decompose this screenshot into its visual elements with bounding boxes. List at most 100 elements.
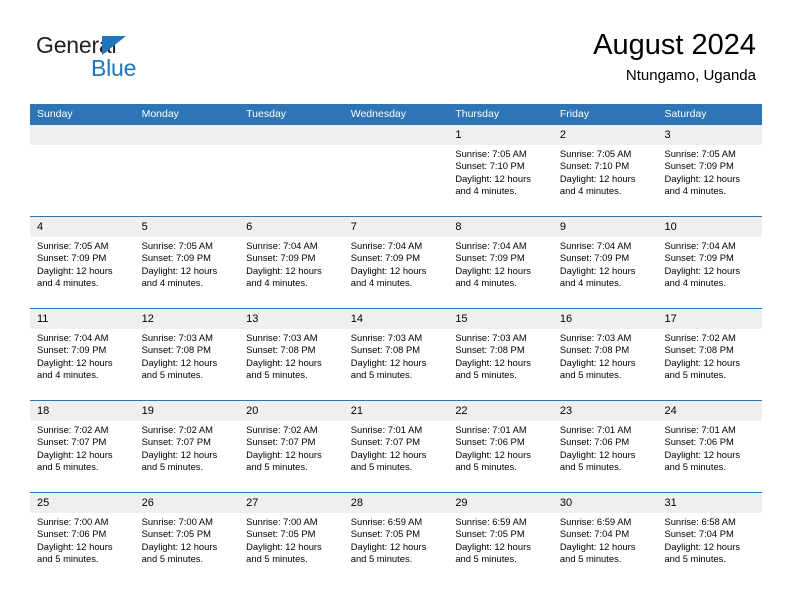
day-number[interactable]: 26 — [135, 493, 240, 513]
calendar-grid: Sunday Monday Tuesday Wednesday Thursday Frid… — [30, 104, 762, 584]
day-info-line: Sunset: 7:09 PM — [559, 252, 630, 264]
day-number[interactable]: 10 — [657, 217, 762, 237]
day-cell[interactable]: Sunrise: 7:04 AM Sunset: 7:09 PM Daylight:… — [344, 237, 449, 308]
day-info-line: and 5 minutes. — [664, 369, 726, 381]
day-cell[interactable]: Sunrise: 7:03 AM Sunset: 7:08 PM Daylight:… — [135, 329, 240, 400]
day-number[interactable]: 14 — [344, 309, 449, 329]
day-number[interactable]: 3 — [657, 125, 762, 145]
day-info-line: Sunset: 7:04 PM — [664, 528, 734, 540]
day-info-line: Sunrise: 7:05 AM — [141, 240, 213, 251]
day-cell[interactable]: Sunrise: 6:58 AM Sunset: 7:04 PM Daylight:… — [657, 513, 762, 584]
day-cell[interactable]: Sunrise: 7:04 AM Sunset: 7:09 PM Daylight:… — [239, 237, 344, 308]
day-cell[interactable]: Sunrise: 7:03 AM Sunset: 7:08 PM Daylight:… — [239, 329, 344, 400]
day-cell[interactable]: Sunrise: 7:02 AM Sunset: 7:07 PM Daylight:… — [30, 421, 135, 492]
day-number[interactable]: 21 — [344, 401, 449, 421]
day-cell[interactable]: Sunrise: 7:02 AM Sunset: 7:07 PM Daylight:… — [239, 421, 344, 492]
page-header: General Blue August 2024 Ntungamo, Ugand… — [0, 0, 792, 104]
brand-logo[interactable]: General Blue — [36, 32, 236, 90]
day-cell-empty — [239, 145, 344, 216]
day-number[interactable]: 4 — [30, 217, 135, 237]
day-number[interactable]: 18 — [30, 401, 135, 421]
day-cell[interactable]: Sunrise: 7:04 AM Sunset: 7:09 PM Daylight:… — [448, 237, 553, 308]
day-info-line: Daylight: 12 hours — [559, 172, 636, 184]
day-info-line: Sunrise: 7:02 AM — [37, 424, 109, 435]
day-number[interactable]: 9 — [553, 217, 658, 237]
day-info-line: Sunrise: 7:00 AM — [246, 516, 318, 527]
day-cell[interactable]: Sunrise: 7:05 AM Sunset: 7:10 PM Daylight:… — [553, 145, 658, 216]
day-number[interactable]: 12 — [135, 309, 240, 329]
day-info-line: Daylight: 12 hours — [664, 540, 741, 552]
day-number[interactable]: 27 — [239, 493, 344, 513]
day-cell[interactable]: Sunrise: 6:59 AM Sunset: 7:05 PM Daylight:… — [448, 513, 553, 584]
day-of-week-header-row: Sunday Monday Tuesday Wednesday Thursday Frid… — [30, 104, 762, 125]
day-cell[interactable]: Sunrise: 7:04 AM Sunset: 7:09 PM Daylight:… — [30, 329, 135, 400]
day-cell[interactable]: Sunrise: 7:03 AM Sunset: 7:08 PM Daylight:… — [553, 329, 658, 400]
day-of-week-header-thursday: Thursday — [455, 108, 500, 120]
day-info-line: Sunset: 7:08 PM — [246, 344, 316, 356]
day-cell[interactable]: Sunrise: 7:05 AM Sunset: 7:10 PM Daylight:… — [448, 145, 553, 216]
day-cell[interactable]: Sunrise: 7:02 AM Sunset: 7:08 PM Daylight:… — [657, 329, 762, 400]
day-cell[interactable]: Sunrise: 7:03 AM Sunset: 7:08 PM Daylight:… — [344, 329, 449, 400]
day-cell[interactable]: Sunrise: 7:00 AM Sunset: 7:05 PM Daylight:… — [135, 513, 240, 584]
day-number[interactable]: 28 — [344, 493, 449, 513]
day-number[interactable]: 11 — [30, 309, 135, 329]
day-cell[interactable]: Sunrise: 7:04 AM Sunset: 7:09 PM Daylight:… — [657, 237, 762, 308]
day-cell[interactable]: Sunrise: 7:01 AM Sunset: 7:07 PM Daylight:… — [344, 421, 449, 492]
day-info-line: Sunrise: 6:59 AM — [455, 516, 527, 527]
day-number[interactable]: 16 — [553, 309, 658, 329]
day-info-line: Daylight: 12 hours — [559, 264, 636, 276]
day-number[interactable]: 7 — [344, 217, 449, 237]
day-info-line: Sunset: 7:06 PM — [664, 436, 734, 448]
day-number[interactable]: 17 — [657, 309, 762, 329]
day-cell[interactable]: Sunrise: 7:00 AM Sunset: 7:06 PM Daylight:… — [30, 513, 135, 584]
day-cell[interactable]: Sunrise: 6:59 AM Sunset: 7:04 PM Daylight:… — [553, 513, 658, 584]
week-detail-band: Sunrise: 7:04 AM Sunset: 7:09 PM Daylight:… — [30, 329, 762, 400]
day-of-week-header-tuesday: Tuesday — [246, 108, 287, 120]
day-info-line: Sunrise: 7:04 AM — [246, 240, 318, 251]
day-cell[interactable]: Sunrise: 7:02 AM Sunset: 7:07 PM Daylight:… — [135, 421, 240, 492]
day-number[interactable]: 23 — [553, 401, 658, 421]
day-cell[interactable]: Sunrise: 7:05 AM Sunset: 7:09 PM Daylight:… — [30, 237, 135, 308]
day-number[interactable]: 8 — [448, 217, 553, 237]
day-number[interactable]: 31 — [657, 493, 762, 513]
day-cell[interactable]: Sunrise: 7:05 AM Sunset: 7:09 PM Daylight:… — [657, 145, 762, 216]
week-date-band: 18 19 20 21 22 23 24 — [30, 401, 762, 421]
day-number[interactable]: 20 — [239, 401, 344, 421]
day-info-line: Sunset: 7:08 PM — [559, 344, 630, 356]
day-number[interactable]: 6 — [239, 217, 344, 237]
day-info-line: and 5 minutes. — [455, 461, 517, 473]
day-info-line: Sunrise: 7:02 AM — [246, 424, 318, 435]
day-number[interactable]: 13 — [239, 309, 344, 329]
calendar-weeks: 1 2 3 Sunrise: 7:05 AM Sunset: 7:10 PM Daylig… — [30, 125, 762, 584]
day-cell[interactable]: Sunrise: 6:59 AM Sunset: 7:05 PM Daylight:… — [344, 513, 449, 584]
day-number[interactable]: 1 — [448, 125, 553, 145]
day-info-line: and 5 minutes. — [141, 461, 204, 473]
day-number[interactable]: 19 — [135, 401, 240, 421]
day-info-line: Daylight: 12 hours — [455, 172, 531, 184]
day-number[interactable]: 2 — [553, 125, 658, 145]
day-info-line: Sunset: 7:09 PM — [37, 344, 107, 356]
day-info-line: Sunrise: 7:02 AM — [664, 332, 736, 343]
day-info-line: Sunset: 7:06 PM — [559, 436, 630, 448]
day-number[interactable]: 30 — [553, 493, 658, 513]
day-cell[interactable]: Sunrise: 7:03 AM Sunset: 7:08 PM Daylight:… — [448, 329, 553, 400]
day-cell[interactable]: Sunrise: 7:04 AM Sunset: 7:09 PM Daylight:… — [553, 237, 658, 308]
day-cell[interactable]: Sunrise: 7:01 AM Sunset: 7:06 PM Daylight:… — [448, 421, 553, 492]
page-subtitle: Ntungamo, Uganda — [625, 67, 756, 84]
day-cell[interactable]: Sunrise: 7:01 AM Sunset: 7:06 PM Daylight:… — [657, 421, 762, 492]
day-number[interactable]: 25 — [30, 493, 135, 513]
day-cell[interactable]: Sunrise: 7:01 AM Sunset: 7:06 PM Daylight:… — [553, 421, 658, 492]
day-number-empty — [135, 125, 240, 145]
day-cell[interactable]: Sunrise: 7:00 AM Sunset: 7:05 PM Daylight:… — [239, 513, 344, 584]
day-info-line: Sunrise: 7:01 AM — [350, 424, 423, 435]
day-info-line: Sunset: 7:07 PM — [37, 436, 107, 448]
day-number[interactable]: 5 — [135, 217, 240, 237]
brand-triangle-icon — [102, 36, 126, 55]
day-info-line: Daylight: 12 hours — [664, 264, 741, 276]
day-cell[interactable]: Sunrise: 7:05 AM Sunset: 7:09 PM Daylight:… — [135, 237, 240, 308]
day-info-line: Daylight: 12 hours — [455, 356, 531, 368]
day-number[interactable]: 24 — [657, 401, 762, 421]
day-number[interactable]: 15 — [448, 309, 553, 329]
day-number[interactable]: 22 — [448, 401, 553, 421]
day-number[interactable]: 29 — [448, 493, 553, 513]
